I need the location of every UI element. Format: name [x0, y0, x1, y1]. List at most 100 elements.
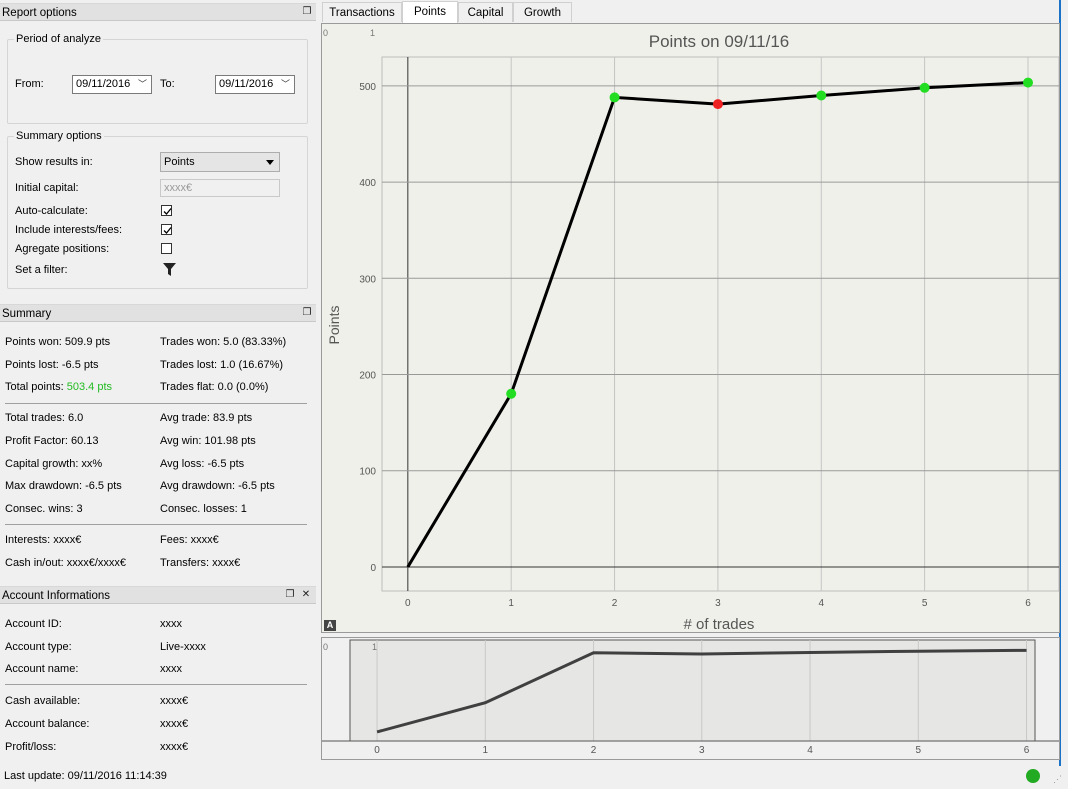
- auto-calculate-checkbox[interactable]: [161, 205, 172, 216]
- to-date-input[interactable]: 09/11/2016 ﹀: [215, 75, 295, 94]
- account-type-value: Live-xxxx: [160, 641, 206, 653]
- interests: Interests: xxxx€: [5, 534, 82, 546]
- data-point: [609, 92, 620, 103]
- total-points-value: 503.4 pts: [66, 381, 113, 393]
- resize-grip-icon[interactable]: ⋰: [1053, 774, 1062, 785]
- total-points-label: Total points:: [5, 381, 67, 393]
- avg-win: Avg win: 101.98 pts: [160, 435, 256, 447]
- cash-in-out: Cash in/out: xxxx€/xxxx€: [5, 557, 127, 569]
- overview-x-tick-label: 0: [374, 745, 380, 756]
- x-tick-label: 3: [715, 598, 721, 609]
- data-point: [1022, 77, 1033, 88]
- plot-area: [381, 56, 1060, 592]
- account-type-label: Account type:: [5, 641, 72, 653]
- grid: 0 1 2 3 4 5 6 0 100 200 300 400 500: [359, 56, 1060, 609]
- max-drawdown: Max drawdown: -6.5 pts: [5, 480, 122, 492]
- x-tick-label: 6: [1025, 598, 1031, 609]
- from-date-input[interactable]: 09/11/2016 ﹀: [72, 75, 152, 94]
- overview-chart[interactable]: 0 1 0 1 2 3 4 5 6: [322, 638, 1059, 759]
- from-date-value: 09/11/2016: [76, 78, 131, 90]
- y-tick-label: 400: [359, 178, 376, 189]
- total-trades: Total trades: 6.0: [5, 412, 84, 424]
- profit-loss-value: xxxx€: [160, 741, 189, 753]
- from-label: From:: [15, 78, 44, 90]
- transfers: Transfers: xxxx€: [160, 557, 241, 569]
- funnel-icon[interactable]: [162, 262, 177, 278]
- close-icon[interactable]: ✕: [300, 589, 312, 601]
- status-indicator: [1026, 769, 1040, 783]
- tab-label: Growth: [523, 7, 562, 19]
- float-panel-icon[interactable]: ❐: [301, 307, 313, 319]
- points-lost: Points lost: -6.5 pts: [5, 359, 99, 371]
- initial-capital-placeholder: xxxx€: [164, 182, 193, 194]
- x-tick-label: 2: [612, 598, 618, 609]
- y-axis-label: Points: [326, 306, 342, 345]
- summary-title: Summary: [2, 308, 52, 320]
- float-panel-icon[interactable]: ❐: [284, 589, 296, 601]
- avg-loss: Avg loss: -6.5 pts: [160, 458, 245, 470]
- points-chart[interactable]: 0 1 Points on 09/11/16 # of trades Point…: [322, 24, 1060, 633]
- cash-available-value: xxxx€: [160, 695, 189, 707]
- tab-transactions[interactable]: Transactions: [322, 2, 402, 22]
- divider: [5, 524, 307, 525]
- dropdown-arrow-icon[interactable]: [266, 160, 274, 165]
- to-date-value: 09/11/2016: [219, 78, 274, 90]
- autoscale-icon[interactable]: A: [324, 620, 336, 631]
- period-legend: Period of analyze: [14, 33, 103, 45]
- total-points: Total points: 503.4 pts: [5, 381, 112, 393]
- chart-title: Points on 09/11/16: [649, 32, 790, 51]
- y-tick-label: 0: [370, 563, 376, 574]
- filter-label: Set a filter:: [15, 264, 68, 276]
- overview-x-tick-label: 3: [699, 745, 705, 756]
- x-tick-label: 4: [818, 598, 824, 609]
- trades-flat: Trades flat: 0.0 (0.0%): [160, 381, 269, 393]
- avg-drawdown: Avg drawdown: -6.5 pts: [160, 480, 275, 492]
- chevron-down-icon[interactable]: ﹀: [138, 76, 147, 93]
- float-panel-icon[interactable]: ❐: [301, 6, 313, 18]
- fees: Fees: xxxx€: [160, 534, 219, 546]
- summary-header: Summary ❐: [0, 304, 316, 322]
- initial-capital-input: xxxx€: [160, 179, 280, 197]
- tab-label: Capital: [467, 7, 504, 19]
- include-interests-label: Include interests/fees:: [15, 224, 123, 236]
- tab-capital[interactable]: Capital: [458, 2, 513, 22]
- overview-corner-label: 0: [323, 642, 328, 652]
- aggregate-checkbox[interactable]: [161, 243, 172, 254]
- corner-label: 0: [323, 28, 328, 38]
- chevron-down-icon[interactable]: ﹀: [281, 76, 290, 93]
- account-id-value: xxxx: [160, 618, 182, 630]
- checkmark-icon: [163, 227, 172, 234]
- series-points: [406, 77, 1033, 568]
- trades-won: Trades won: 5.0 (83.33%): [160, 336, 287, 348]
- consec-losses: Consec. losses: 1: [160, 503, 247, 515]
- include-interests-checkbox[interactable]: [161, 224, 172, 235]
- overview-corner-label: 1: [372, 642, 377, 652]
- y-tick-label: 300: [359, 274, 376, 285]
- tab-label: Points: [414, 6, 446, 18]
- account-info-header: Account Informations ❐ ✕: [0, 586, 316, 604]
- y-tick-label: 100: [359, 467, 376, 478]
- x-tick-label: 0: [405, 598, 411, 609]
- data-point: [506, 388, 517, 399]
- initial-capital-label: Initial capital:: [15, 182, 79, 194]
- cash-available-label: Cash available:: [5, 695, 81, 707]
- status-bar: Last update: 09/11/2016 11:14:39 ⋰: [0, 766, 1068, 789]
- trades-lost: Trades lost: 1.0 (16.67%): [160, 359, 284, 371]
- show-results-value: Points: [164, 156, 195, 168]
- divider: [5, 403, 307, 404]
- overview-x-tick-label: 6: [1024, 745, 1030, 756]
- account-name-label: Account name:: [5, 663, 79, 675]
- account-balance-label: Account balance:: [5, 718, 90, 730]
- account-id-label: Account ID:: [5, 618, 62, 630]
- x-tick-label: 5: [922, 598, 928, 609]
- points-chart-frame: 0 1 Points on 09/11/16 # of trades Point…: [321, 23, 1060, 633]
- account-balance-value: xxxx€: [160, 718, 189, 730]
- overview-x-tick-label: 4: [807, 745, 813, 756]
- tab-growth[interactable]: Growth: [513, 2, 572, 22]
- data-point: [919, 82, 930, 93]
- avg-trade: Avg trade: 83.9 pts: [160, 412, 253, 424]
- show-results-select[interactable]: Points: [160, 152, 280, 172]
- tab-points[interactable]: Points: [402, 1, 458, 23]
- y-tick-label: 200: [359, 371, 376, 382]
- overview-x-tick-label: 5: [916, 745, 922, 756]
